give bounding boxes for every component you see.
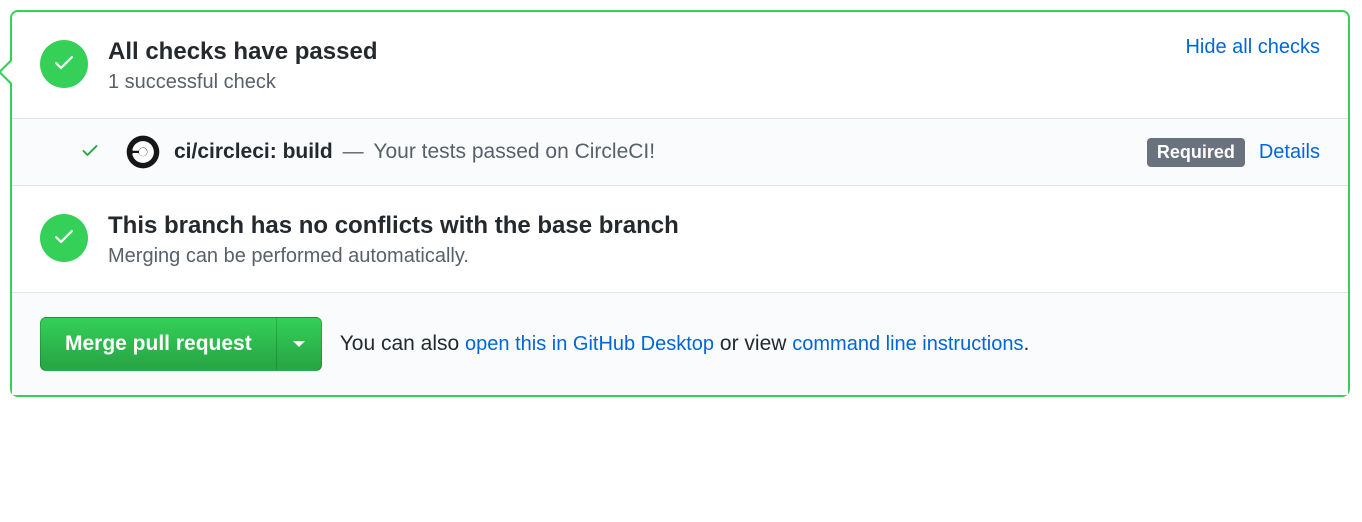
check-icon <box>52 224 76 253</box>
merge-dropdown-button[interactable] <box>276 317 322 371</box>
success-status-circle <box>40 40 88 88</box>
conflicts-title: This branch has no conflicts with the ba… <box>108 210 1320 241</box>
merge-status-box: All checks have passed 1 successful chec… <box>10 10 1350 397</box>
merge-hint-middle: or view <box>714 332 792 355</box>
open-desktop-link[interactable]: open this in GitHub Desktop <box>465 333 714 355</box>
conflicts-subtitle: Merging can be performed automatically. <box>108 245 1320 268</box>
check-name: ci/circleci: build <box>174 140 333 163</box>
cli-instructions-link[interactable]: command line instructions <box>792 333 1023 355</box>
check-text: ci/circleci: build — Your tests passed o… <box>174 140 1147 164</box>
check-list: ci/circleci: build — Your tests passed o… <box>12 119 1348 186</box>
check-separator: — <box>337 140 370 163</box>
toggle-checks-link[interactable]: Hide all checks <box>1185 36 1320 58</box>
check-details-link[interactable]: Details <box>1259 141 1320 164</box>
caret-down-icon <box>293 337 305 352</box>
conflicts-body: This branch has no conflicts with the ba… <box>108 210 1320 268</box>
check-success-icon <box>80 140 104 165</box>
check-row: ci/circleci: build — Your tests passed o… <box>12 119 1348 185</box>
success-status-circle <box>40 214 88 262</box>
checks-subtitle: 1 successful check <box>108 71 1185 94</box>
checks-title: All checks have passed <box>108 36 1185 67</box>
merge-pull-request-button[interactable]: Merge pull request <box>40 317 276 371</box>
conflicts-section: This branch has no conflicts with the ba… <box>12 186 1348 292</box>
merge-hint-prefix: You can also <box>340 332 465 355</box>
checks-summary-body: All checks have passed 1 successful chec… <box>108 36 1185 94</box>
check-icon <box>52 50 76 79</box>
merge-hint-suffix: . <box>1023 332 1029 355</box>
circleci-icon <box>126 135 160 169</box>
merge-action-section: Merge pull request You can also open thi… <box>12 292 1348 395</box>
check-description: Your tests passed on CircleCI! <box>373 140 655 163</box>
box-pointer <box>0 58 12 86</box>
checks-summary-section: All checks have passed 1 successful chec… <box>12 12 1348 119</box>
required-badge: Required <box>1147 138 1245 167</box>
merge-hint: You can also open this in GitHub Desktop… <box>340 332 1030 356</box>
merge-button-group: Merge pull request <box>40 317 322 371</box>
